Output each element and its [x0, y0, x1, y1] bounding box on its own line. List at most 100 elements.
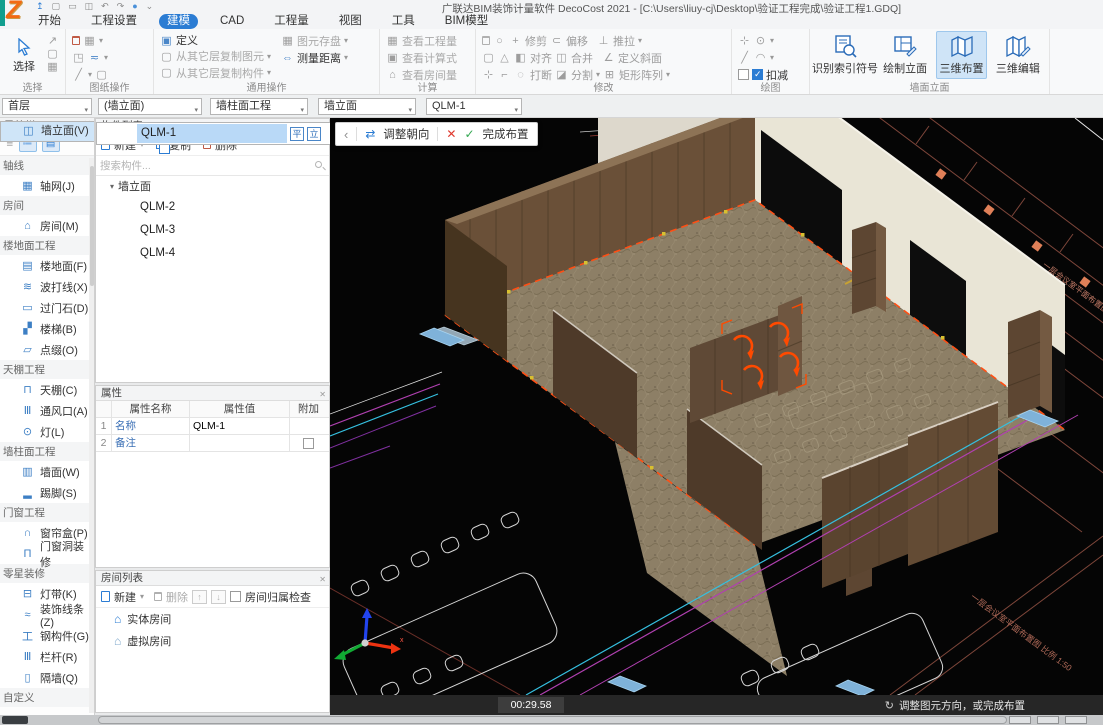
cancel-icon[interactable]: ✕	[446, 127, 456, 141]
tab-quantities[interactable]: 工程量	[266, 14, 317, 29]
sidebar-item-wall-face[interactable]: ▥墙面(W)	[0, 461, 94, 482]
three-d-edit-button[interactable]: 三维编辑	[993, 31, 1043, 79]
publish-icon[interactable]: ↥	[36, 1, 44, 12]
taskbar-left-button[interactable]	[2, 716, 28, 724]
open-file-icon[interactable]: ▭	[68, 1, 77, 12]
expand-caret-icon[interactable]: ▾	[110, 182, 114, 191]
element-type-select[interactable]: (墙立面)▾	[98, 98, 202, 115]
taskbar-bar[interactable]	[98, 716, 1007, 724]
sidebar-item-wall-elevation[interactable]: ◫墙立面(V)	[0, 121, 95, 142]
sidebar-scrollbar[interactable]	[89, 158, 94, 713]
property-value-name[interactable]: QLM-1	[190, 418, 290, 434]
draw-elevation-button[interactable]: 绘制立面	[880, 31, 930, 79]
sidebar-item-deco-line[interactable]: ≈装饰线条(Z)	[0, 604, 94, 625]
new-room-button[interactable]: 新建	[114, 589, 136, 605]
tab-modeling[interactable]: 建模	[159, 14, 198, 29]
tab-bim-model[interactable]: BIM模型	[437, 14, 496, 29]
remark-extra-checkbox[interactable]	[303, 438, 314, 449]
define-button[interactable]: ▣定义	[160, 32, 271, 48]
sidebar-item-border-line[interactable]: ≋波打线(X)	[0, 276, 94, 297]
tree-group-wall-elevation[interactable]: ▾墙立面	[96, 176, 329, 196]
new-file-icon[interactable]: ▢	[52, 1, 61, 12]
align-button[interactable]: 对齐	[530, 50, 552, 66]
merge-button[interactable]: 合并	[571, 50, 593, 66]
measure-drawing-icon[interactable]: ≂	[88, 51, 101, 64]
lasso-select-icon[interactable]: ▢	[46, 47, 59, 60]
sidebar-item-railing[interactable]: Ⅲ栏杆(R)	[0, 646, 94, 667]
select-button[interactable]: 选择	[6, 32, 42, 80]
sidebar-item-ceiling[interactable]: ⊓天棚(C)	[0, 379, 94, 400]
tree-item-qlm1[interactable]: QLM-1 平 立	[96, 122, 336, 145]
sidebar-item-partition[interactable]: ▯隔墙(Q)	[0, 667, 94, 688]
measure-distance-button[interactable]: ⇔测量距离▾	[281, 49, 348, 66]
save-icon[interactable]: ◫	[85, 1, 94, 12]
search-input[interactable]	[98, 157, 326, 174]
sidebar-item-skirting[interactable]: ▂踢脚(S)	[0, 482, 94, 503]
point-icon[interactable]: ⊹	[738, 34, 751, 47]
plan-view-badge[interactable]: 平	[290, 127, 304, 141]
view-quantities-button[interactable]: ▦查看工程量	[386, 32, 469, 49]
room-item-solid[interactable]: ⌂实体房间	[96, 608, 329, 630]
property-value-remark[interactable]	[190, 435, 290, 451]
identify-index-symbol-button[interactable]: 识别索引符号	[816, 31, 874, 79]
sync-icon[interactable]: ●	[132, 1, 137, 12]
tab-tools[interactable]: 工具	[384, 14, 423, 29]
elevation-view-badge[interactable]: 立	[307, 127, 321, 141]
scrollbar-thumb[interactable]	[90, 166, 94, 286]
rotate-icon[interactable]: ○	[493, 35, 506, 47]
tree-item-qlm4[interactable]: QLM-4	[96, 242, 329, 265]
view-formula-button[interactable]: ▣查看计算式	[386, 49, 469, 66]
locate-drawing-icon[interactable]: ◳	[72, 51, 85, 64]
sidebar-item-door-stone[interactable]: ▭过门石(D)	[0, 297, 94, 318]
finish-placement-button[interactable]: 完成布置	[483, 126, 529, 142]
component-type-select[interactable]: 墙立面▾	[318, 98, 416, 115]
push-pull-button[interactable]: 推拉	[613, 33, 635, 49]
line-icon[interactable]: ╱	[738, 51, 751, 64]
room-check-checkbox[interactable]	[230, 591, 241, 602]
batch-select-icon[interactable]: ▦	[46, 60, 59, 73]
sidebar-item-vent[interactable]: Ⅲ通风口(A)	[0, 400, 94, 421]
move-up-button[interactable]: ↑	[192, 590, 207, 604]
pick-icon[interactable]: ↗	[46, 34, 59, 47]
taskbar-button-1[interactable]	[1065, 716, 1087, 724]
circle-icon[interactable]: ⊙	[754, 34, 767, 47]
floor-select[interactable]: 首层▾	[2, 98, 92, 115]
define-slope-button[interactable]: 定义斜面	[618, 50, 662, 66]
sidebar-item-steel[interactable]: 工钢构件(G)	[0, 625, 94, 646]
sidebar-item-axis-grid[interactable]: ▦轴网(J)	[0, 175, 94, 196]
offset-button[interactable]: 偏移	[566, 33, 588, 49]
delete-drawing-icon[interactable]	[72, 36, 80, 45]
sidebar-item-accent[interactable]: ▱点缀(O)	[0, 339, 94, 360]
work-category-select[interactable]: 墙柱面工程▾	[210, 98, 308, 115]
tab-view[interactable]: 视图	[331, 14, 370, 29]
three-d-layout-button[interactable]: 三维布置	[936, 31, 986, 79]
trim-button[interactable]: 修剪	[525, 33, 547, 49]
component-select[interactable]: QLM-1▾	[426, 98, 522, 115]
redo-icon[interactable]: ↷	[117, 1, 125, 12]
back-icon[interactable]: ‹	[344, 127, 348, 142]
tree-item-qlm3[interactable]: QLM-3	[96, 219, 329, 242]
close-icon[interactable]: ✕	[319, 572, 326, 587]
undo-icon[interactable]: ↶	[101, 1, 109, 12]
delete-room-button[interactable]: 删除	[166, 589, 188, 605]
tab-cad[interactable]: CAD	[212, 14, 252, 29]
sidebar-item-floor[interactable]: ▤楼地面(F)	[0, 255, 94, 276]
sidebar-item-stairs[interactable]: ▞楼梯(B)	[0, 318, 94, 339]
taskbar-button-2[interactable]	[1037, 716, 1059, 724]
drawing-canvas[interactable]: 一层会议室平面布置图 一层会议室平面布置图 比例 1:50	[330, 118, 1103, 695]
delete-icon[interactable]	[482, 36, 490, 45]
customize-toolbar-icon[interactable]: ⌄	[146, 1, 154, 12]
room-item-virtual[interactable]: ⌂虚拟房间	[96, 630, 329, 652]
adjust-orientation-button[interactable]: 调整朝向	[383, 126, 429, 142]
sidebar-item-room[interactable]: ⌂房间(M)	[0, 215, 94, 236]
tree-item-qlm2[interactable]: QLM-2	[96, 196, 329, 219]
close-icon[interactable]: ✕	[319, 387, 326, 402]
move-down-button[interactable]: ↓	[211, 590, 226, 604]
save-element-button[interactable]: ▦图元存盘▾	[281, 32, 348, 49]
sidebar-item-lamp[interactable]: ⊙灯(L)	[0, 421, 94, 442]
copy-from-layer-element-button[interactable]: ▢从其它层复制图元▾	[160, 48, 271, 64]
mirror-icon[interactable]: △	[498, 51, 511, 64]
tab-start[interactable]: 开始	[30, 14, 69, 29]
sidebar-item-opening-finish[interactable]: Π门窗洞装修	[0, 543, 94, 564]
arc-icon[interactable]: ◠	[754, 51, 767, 64]
